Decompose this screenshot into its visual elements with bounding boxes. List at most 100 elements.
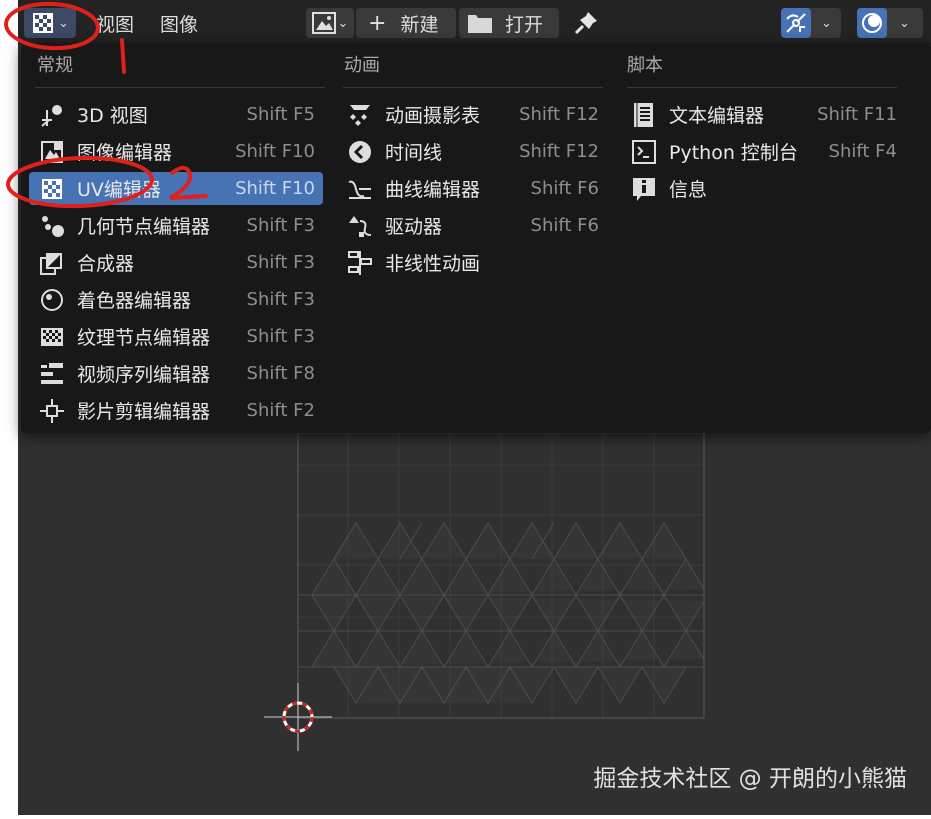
menu-item-label: 非线性动画: [385, 253, 481, 275]
menu-item-label: 影片剪辑编辑器: [77, 401, 211, 423]
movie-clip-icon: [39, 398, 65, 424]
menu-item-label: 纹理节点编辑器: [77, 327, 211, 349]
plus-icon: +: [368, 10, 387, 36]
menu-item-label: 动画摄影表: [385, 105, 481, 127]
uv-sync-selection-button[interactable]: ⌄: [781, 8, 841, 38]
uv-islands: [298, 522, 705, 704]
menu-image[interactable]: 图像: [160, 8, 198, 38]
menu-item-shortcut: Shift F5: [246, 104, 315, 125]
menu-item-shortcut: Shift F8: [246, 363, 315, 384]
menu-item-shortcut: Shift F2: [246, 400, 315, 421]
column-title-animation: 动画: [344, 55, 380, 76]
menu-image-label: 图像: [160, 13, 199, 36]
2d-cursor[interactable]: [264, 683, 332, 751]
menu-item-label: 驱动器: [385, 216, 443, 238]
menu-item-nla[interactable]: 非线性动画: [337, 246, 607, 279]
menu-item-shortcut: Shift F6: [530, 178, 599, 199]
menu-item-shortcut: Shift F10: [235, 141, 315, 162]
menu-item-shortcut: Shift F3: [246, 215, 315, 236]
menu-item-sequencer[interactable]: 视频序列编辑器 Shift F8: [29, 357, 323, 390]
svg-text:1: 1: [0, 0, 1, 1]
menu-item-label: UV编辑器: [77, 179, 161, 201]
menu-item-label: 时间线: [385, 142, 443, 164]
new-image-label: 新建: [400, 13, 439, 36]
folder-icon: [467, 12, 493, 34]
pin-button[interactable]: [571, 8, 601, 38]
menu-item-shader-editor[interactable]: 着色器编辑器 Shift F3: [29, 283, 323, 316]
menu-item-graph-editor[interactable]: 曲线编辑器 Shift F6: [337, 172, 607, 205]
menu-item-python-console[interactable]: Python 控制台 Shift F4: [621, 135, 905, 168]
geometry-nodes-icon: [39, 213, 65, 239]
editor-type-button[interactable]: ⌄: [24, 8, 76, 38]
uv-editor-icon: [31, 11, 55, 35]
timeline-icon: [347, 139, 373, 165]
3d-viewport-icon: [39, 102, 65, 128]
overlay-icon: [857, 8, 887, 38]
image-browse-button[interactable]: ⌄: [306, 8, 354, 38]
menu-item-label: 视频序列编辑器: [77, 364, 211, 386]
nla-icon: [347, 250, 373, 276]
menu-item-label: Python 控制台: [669, 142, 798, 164]
menu-item-image-editor[interactable]: 图像编辑器 Shift F10: [29, 135, 323, 168]
shader-editor-icon: [39, 287, 65, 313]
column-divider: [627, 87, 897, 88]
menu-item-shortcut: Shift F6: [530, 215, 599, 236]
pin-icon: [573, 10, 599, 36]
image-editor-icon: [39, 139, 65, 165]
open-image-button[interactable]: 打开: [459, 8, 559, 38]
menu-item-label: 文本编辑器: [669, 105, 765, 127]
menu-item-label: 3D 视图: [77, 105, 148, 127]
menu-item-label: 信息: [669, 179, 708, 201]
column-divider: [343, 87, 603, 88]
uv-sync-icon: [781, 8, 811, 38]
column-title-scripting: 脚本: [627, 55, 663, 76]
menu-item-dope-sheet[interactable]: 动画摄影表 Shift F12: [337, 98, 607, 131]
editor-header: ⌄ 视图 图像 ⌄ + 新建 打开 ⌄ ⌄: [18, 0, 931, 45]
drivers-icon: [347, 213, 373, 239]
watermark-text: 掘金技术社区 @ 开朗的小熊猫: [593, 766, 907, 792]
menu-item-shortcut: Shift F4: [828, 141, 897, 162]
overlay-button[interactable]: ⌄: [857, 8, 923, 38]
menu-item-text-editor[interactable]: 文本编辑器 Shift F11: [621, 98, 905, 131]
chevron-down-icon: ⌄: [58, 15, 69, 31]
menu-item-shortcut: Shift F3: [246, 326, 315, 347]
menu-item-shortcut: Shift F12: [519, 104, 599, 125]
menu-item-label: 图像编辑器: [77, 142, 173, 164]
info-icon: [631, 176, 657, 202]
menu-item-drivers[interactable]: 驱动器 Shift F6: [337, 209, 607, 242]
menu-view-label: 视图: [96, 13, 135, 36]
column-title-general: 常规: [37, 55, 73, 76]
menu-item-shortcut: Shift F11: [817, 104, 897, 125]
texture-nodes-icon: [39, 324, 65, 350]
menu-item-label: 合成器: [77, 253, 135, 275]
python-console-icon: [631, 139, 657, 165]
menu-item-geometry-nodes[interactable]: 几何节点编辑器 Shift F3: [29, 209, 323, 242]
menu-item-shortcut: Shift F3: [246, 289, 315, 310]
menu-view[interactable]: 视图: [96, 8, 134, 38]
menu-item-label: 着色器编辑器: [77, 290, 192, 312]
compositor-icon: [39, 250, 65, 276]
menu-item-shortcut: Shift F10: [235, 178, 315, 199]
menu-item-shortcut: Shift F12: [519, 141, 599, 162]
uv-editor-icon: [39, 176, 65, 202]
column-divider: [35, 87, 325, 88]
graph-editor-icon: [347, 176, 373, 202]
editor-type-menu: 常规 3D 视图 Shift F5 图像编辑器 Shift F10 UV编辑器 …: [21, 43, 931, 433]
sequencer-icon: [39, 361, 65, 387]
chevron-down-icon: ⌄: [337, 15, 349, 31]
menu-item-texture-nodes[interactable]: 纹理节点编辑器 Shift F3: [29, 320, 323, 353]
chevron-down-icon: ⌄: [821, 15, 832, 31]
menu-item-movie-clip[interactable]: 影片剪辑编辑器 Shift F2: [29, 394, 323, 427]
menu-item-label: 曲线编辑器: [385, 179, 481, 201]
menu-item-3d-viewport[interactable]: 3D 视图 Shift F5: [29, 98, 323, 131]
svg-text:2: 2: [0, 0, 1, 1]
menu-item-timeline[interactable]: 时间线 Shift F12: [337, 135, 607, 168]
menu-item-uv-editor[interactable]: UV编辑器 Shift F10: [29, 172, 323, 205]
new-image-button[interactable]: + 新建: [356, 8, 456, 38]
menu-item-compositor[interactable]: 合成器 Shift F3: [29, 246, 323, 279]
menu-item-info[interactable]: 信息: [621, 172, 905, 205]
dope-sheet-icon: [347, 102, 373, 128]
chevron-down-icon: ⌄: [899, 15, 910, 31]
image-icon: [311, 12, 336, 34]
open-image-label: 打开: [505, 13, 544, 36]
